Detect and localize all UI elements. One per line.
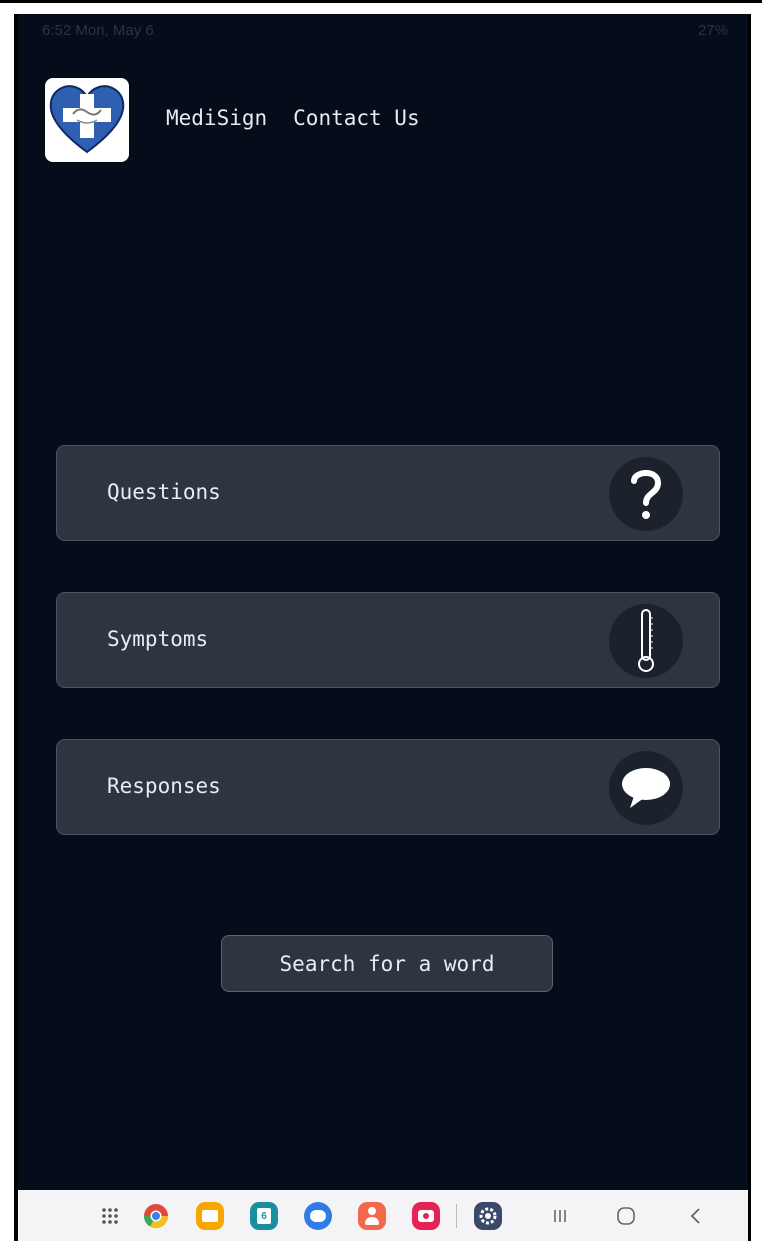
symptoms-label: Symptoms [107,627,209,651]
calendar-day: 6 [257,1208,271,1224]
status-bar: 6:52 Mon, May 6 27% [18,14,748,44]
status-battery: 27% [697,22,728,39]
screen-frame-top [0,0,762,3]
medisign-heart-logo-icon [49,85,125,154]
thermometer-icon [609,604,683,678]
chrome-icon[interactable] [142,1202,170,1230]
apps-grid-icon[interactable] [96,1202,124,1230]
questions-label: Questions [107,480,221,504]
top-nav: MediSign Contact Us [166,106,420,130]
calendar-icon[interactable]: 6 [250,1202,278,1230]
camera-icon[interactable] [412,1202,440,1230]
home-icon[interactable] [612,1202,640,1230]
contacts-icon[interactable] [358,1202,386,1230]
app-screen: 6:52 Mon, May 6 27% MediSign Contact Us … [18,14,748,1241]
messages-icon[interactable] [304,1202,332,1230]
screen-frame-right [748,14,751,1241]
questions-card[interactable]: Questions [56,445,720,541]
settings-icon[interactable] [474,1202,502,1230]
search-word-button[interactable]: Search for a word [221,935,553,992]
status-time: 6:52 Mon, May 6 [42,22,154,39]
question-mark-icon [609,457,683,531]
taskbar-divider [456,1204,457,1228]
recents-icon[interactable] [546,1202,574,1230]
nav-medisign[interactable]: MediSign [166,106,267,130]
system-taskbar: 6 [18,1190,748,1241]
app-logo[interactable] [45,78,129,162]
files-icon[interactable] [196,1202,224,1230]
back-icon[interactable] [682,1202,710,1230]
responses-card[interactable]: Responses [56,739,720,835]
responses-label: Responses [107,774,221,798]
speech-bubble-icon [609,751,683,825]
nav-contact-us[interactable]: Contact Us [293,106,419,130]
symptoms-card[interactable]: Symptoms [56,592,720,688]
